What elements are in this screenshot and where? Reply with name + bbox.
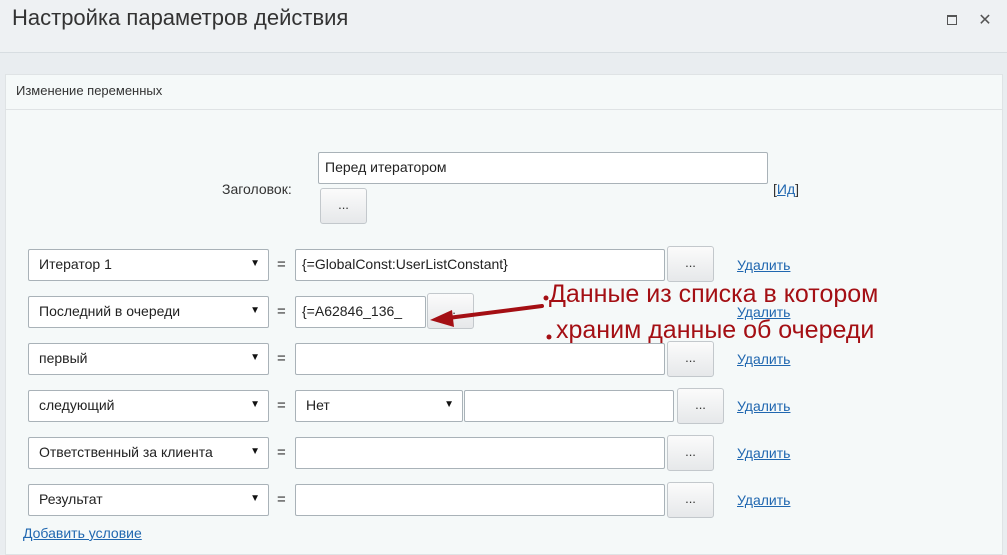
variable-select-value: следующий: [39, 397, 115, 413]
variable-select-value: первый: [39, 350, 88, 366]
variable-select-row-3[interactable]: первый ▼: [28, 343, 269, 375]
insert-value-button-row-3[interactable]: ...: [667, 341, 714, 377]
id-link-bracket-close: ]: [795, 181, 800, 197]
variable-select-row-2[interactable]: Последний в очереди ▼: [28, 296, 269, 328]
value-input-row-3[interactable]: [295, 343, 665, 375]
dropdown-arrow-icon: ▼: [250, 258, 260, 269]
id-link[interactable]: Ид: [777, 181, 795, 197]
caption-input[interactable]: Перед итератором: [318, 152, 768, 184]
insert-value-button-row-4[interactable]: ...: [677, 388, 724, 424]
equals-sign: =: [277, 303, 286, 320]
annotation-line-1: Данные из списка в котором: [549, 280, 879, 308]
insert-value-button-row-2[interactable]: ...: [427, 293, 474, 329]
insert-value-button-row-1[interactable]: ...: [667, 246, 714, 282]
dropdown-arrow-icon: ▼: [444, 399, 454, 410]
variable-select-row-4[interactable]: следующий ▼: [28, 390, 269, 422]
equals-sign: =: [277, 491, 286, 508]
dialog-title-bar: Настройка параметров действия ✕: [0, 0, 1007, 53]
equals-sign: =: [277, 444, 286, 461]
delete-link-row-4[interactable]: Удалить: [737, 398, 790, 414]
equals-sign: =: [277, 350, 286, 367]
value-select-value: Нет: [306, 397, 330, 413]
panel-header: Изменение переменных: [6, 75, 1002, 110]
delete-link-row-1[interactable]: Удалить: [737, 257, 790, 273]
variable-select-row-1[interactable]: Итератор 1 ▼: [28, 249, 269, 281]
delete-link-row-5[interactable]: Удалить: [737, 445, 790, 461]
variable-select-value: Последний в очереди: [39, 303, 181, 319]
dialog-title: Настройка параметров действия: [12, 5, 349, 30]
value-input-row-6[interactable]: [295, 484, 665, 516]
variable-select-row-6[interactable]: Результат ▼: [28, 484, 269, 516]
add-condition-link[interactable]: Добавить условие: [23, 525, 142, 541]
id-link-wrapper: [Ид]: [773, 181, 799, 197]
variable-select-row-5[interactable]: Ответственный за клиента ▼: [28, 437, 269, 469]
variable-select-value: Результат: [39, 491, 103, 507]
close-icon[interactable]: ✕: [977, 13, 993, 29]
caption-label: Заголовок:: [222, 181, 292, 197]
value-input-row-1[interactable]: {=GlobalConst:UserListConstant}: [295, 249, 665, 281]
equals-sign: =: [277, 397, 286, 414]
equals-sign: =: [277, 256, 286, 273]
dropdown-arrow-icon: ▼: [250, 446, 260, 457]
value-input-row-5[interactable]: [295, 437, 665, 469]
variable-select-value: Ответственный за клиента: [39, 444, 213, 460]
value-input-row-2[interactable]: {=A62846_136_: [295, 296, 426, 328]
dropdown-arrow-icon: ▼: [250, 305, 260, 316]
annotation-line-2: храним данные об очереди: [556, 316, 875, 344]
variable-select-value: Итератор 1: [39, 256, 112, 272]
maximize-icon[interactable]: [944, 13, 960, 29]
dropdown-arrow-icon: ▼: [250, 352, 260, 363]
insert-value-button-row-5[interactable]: ...: [667, 435, 714, 471]
insert-value-button-row-6[interactable]: ...: [667, 482, 714, 518]
dropdown-arrow-icon: ▼: [250, 399, 260, 410]
value-input-row-4[interactable]: [464, 390, 674, 422]
value-select-row-4[interactable]: Нет ▼: [295, 390, 463, 422]
panel-title: Изменение переменных: [16, 83, 163, 98]
dropdown-arrow-icon: ▼: [250, 493, 260, 504]
delete-link-row-6[interactable]: Удалить: [737, 492, 790, 508]
delete-link-row-3[interactable]: Удалить: [737, 351, 790, 367]
caption-insert-button[interactable]: ...: [320, 188, 367, 224]
